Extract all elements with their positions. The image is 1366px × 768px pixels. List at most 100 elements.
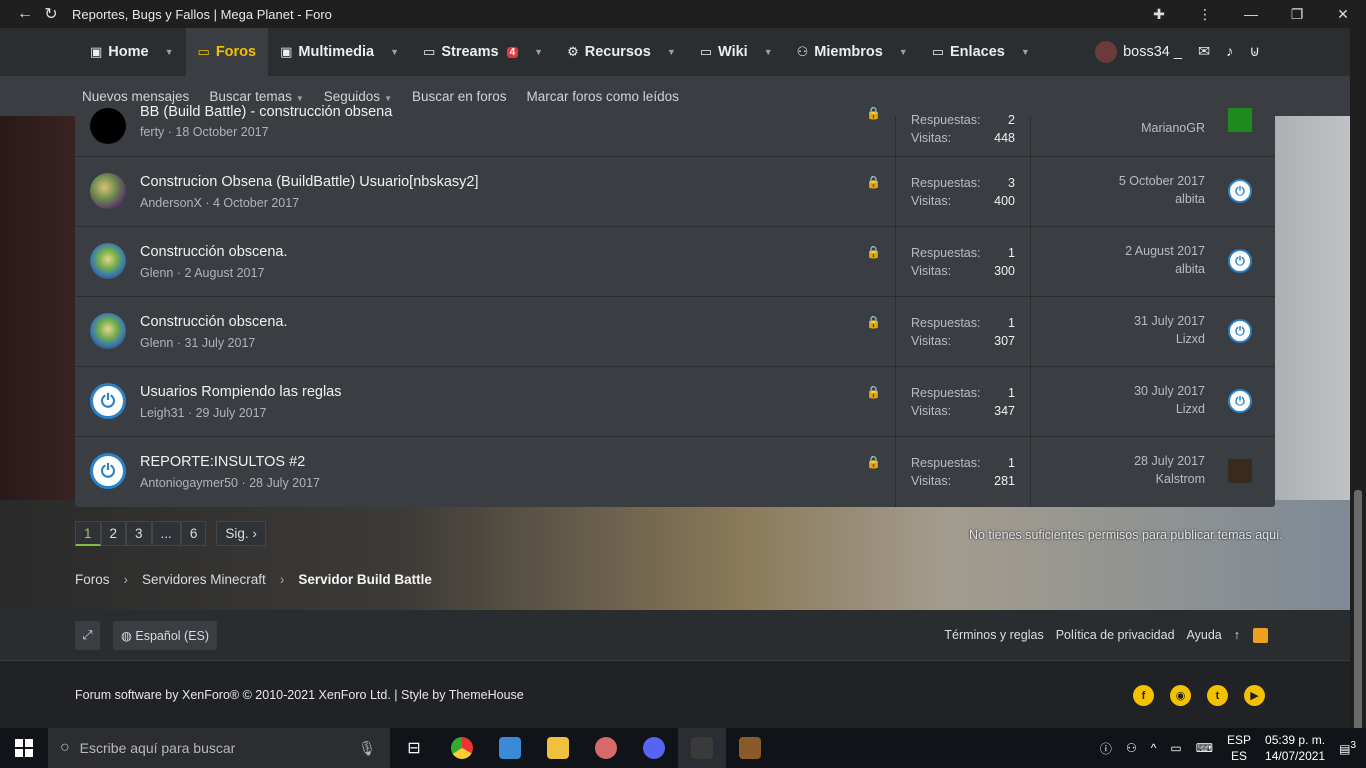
nav-wiki[interactable]: ▭ Wiki ▼	[688, 28, 785, 76]
subnav-watched[interactable]: Seguidos ▼	[324, 89, 392, 104]
twitter-icon[interactable]: t	[1207, 685, 1228, 706]
thread-author[interactable]: Glenn	[140, 266, 173, 280]
thread-author[interactable]: AndersonX	[140, 196, 202, 210]
network-icon[interactable]: ▭	[1170, 741, 1181, 755]
chevron-down-icon[interactable]: ▼	[899, 47, 908, 57]
help-icon[interactable]: ⓘ	[1100, 740, 1112, 757]
thread-author[interactable]: Leigh31	[140, 406, 185, 420]
task-view-icon[interactable]: ⊟	[390, 728, 438, 768]
scrollbar[interactable]	[1350, 28, 1366, 735]
nav-resources[interactable]: ⚙ Recursos ▼	[555, 28, 688, 76]
thread-date[interactable]: 31 July 2017	[184, 336, 255, 350]
thread-title[interactable]: Construcción obscena.	[140, 314, 288, 330]
next-page-button[interactable]: Sig. ›	[216, 521, 266, 546]
thread-date[interactable]: 2 August 2017	[184, 266, 264, 280]
avatar[interactable]	[90, 243, 126, 279]
nav-streams[interactable]: ▭ Streams 4 ▼	[411, 28, 555, 76]
minimize-icon[interactable]: —	[1228, 0, 1274, 28]
page-link[interactable]: 6	[180, 521, 207, 546]
nav-links[interactable]: ▭ Enlaces ▼	[920, 28, 1042, 76]
expand-icon[interactable]: ⤢	[75, 621, 100, 650]
thread-date[interactable]: 18 October 2017	[175, 125, 268, 139]
page-link[interactable]: 1	[75, 521, 101, 546]
thread-date[interactable]: 29 July 2017	[196, 406, 267, 420]
basket-icon[interactable]: ⊍	[1249, 44, 1260, 60]
breadcrumb-current[interactable]: Servidor Build Battle	[298, 572, 432, 587]
microphone-icon[interactable]: 🎙	[358, 740, 376, 757]
account-link[interactable]: boss34 _	[1095, 41, 1182, 63]
last-poster[interactable]: Kalstrom	[1156, 472, 1205, 486]
chevron-down-icon[interactable]: ▼	[764, 47, 773, 57]
thread-author[interactable]: Glenn	[140, 336, 173, 350]
power-icon[interactable]: ⏻	[1228, 179, 1252, 203]
thread-date[interactable]: 4 October 2017	[213, 196, 299, 210]
page-ellipsis[interactable]: ...	[151, 521, 181, 546]
avatar[interactable]	[1228, 459, 1252, 483]
power-icon[interactable]: ⏻	[1228, 319, 1252, 343]
input-language[interactable]: ESP ES	[1227, 732, 1251, 764]
privacy-link[interactable]: Política de privacidad	[1056, 628, 1175, 642]
nav-members[interactable]: ⚇ Miembros ▼	[785, 28, 920, 76]
chevron-up-icon[interactable]: ^	[1151, 741, 1157, 755]
subnav-mark-read[interactable]: Marcar foros como leídos	[527, 89, 679, 104]
keyboard-icon[interactable]: ⌨	[1196, 741, 1213, 755]
chevron-down-icon[interactable]: ▼	[1021, 47, 1030, 57]
chevron-down-icon[interactable]: ▼	[390, 47, 399, 57]
last-date[interactable]: 2 August 2017	[1125, 244, 1205, 258]
page-link[interactable]: 3	[126, 521, 152, 546]
last-poster[interactable]: MarianoGR	[1141, 121, 1205, 135]
last-date[interactable]: 30 July 2017	[1134, 384, 1205, 398]
megaplanet-app-icon[interactable]	[678, 728, 726, 768]
windows-start-icon[interactable]	[0, 728, 48, 768]
subnav-find-threads[interactable]: Buscar temas ▼	[209, 89, 303, 104]
nav-home[interactable]: ▣ Home ▼	[78, 28, 186, 76]
subnav-search-forums[interactable]: Buscar en foros	[412, 89, 507, 104]
back-arrow-icon[interactable]: ←	[12, 0, 38, 28]
clock[interactable]: 05:39 p. m. 14/07/2021	[1265, 732, 1325, 764]
nav-multimedia[interactable]: ▣ Multimedia ▼	[268, 28, 411, 76]
thread-title[interactable]: Construcción obscena.	[140, 244, 288, 260]
youtube-icon[interactable]: ▶	[1244, 685, 1265, 706]
discord-app-icon[interactable]	[630, 728, 678, 768]
discord-icon[interactable]: ◉	[1170, 685, 1191, 706]
file-explorer-icon[interactable]	[534, 728, 582, 768]
last-poster[interactable]: albita	[1175, 192, 1205, 206]
close-icon[interactable]: ✕	[1320, 0, 1366, 28]
control-panel-icon[interactable]	[486, 728, 534, 768]
help-link[interactable]: Ayuda	[1187, 628, 1222, 642]
avatar[interactable]	[1228, 108, 1252, 132]
paint-icon[interactable]	[582, 728, 630, 768]
extensions-icon[interactable]: ✚	[1136, 0, 1182, 28]
power-icon[interactable]: ⏻	[1228, 249, 1252, 273]
minecraft-icon[interactable]	[726, 728, 774, 768]
last-poster[interactable]: Lizxd	[1176, 332, 1205, 346]
thread-author[interactable]: Antoniogaymer50	[140, 476, 238, 490]
breadcrumb-item[interactable]: Servidores Minecraft	[142, 572, 266, 587]
arrow-up-icon[interactable]: ↑	[1234, 628, 1240, 642]
facebook-icon[interactable]: f	[1133, 685, 1154, 706]
scrollbar-thumb[interactable]	[1354, 490, 1362, 735]
taskbar-search[interactable]: ○ Escribe aquí para buscar 🎙	[48, 728, 390, 768]
more-menu-icon[interactable]: ⋮	[1182, 0, 1228, 28]
subnav-new-posts[interactable]: Nuevos mensajes	[82, 89, 189, 104]
thread-title[interactable]: Usuarios Rompiendo las reglas	[140, 384, 342, 400]
language-chooser[interactable]: ◍ Español (ES)	[113, 621, 218, 650]
chrome-icon[interactable]	[438, 728, 486, 768]
nav-forums[interactable]: ▭ Foros	[185, 28, 269, 76]
page-link[interactable]: 2	[100, 521, 127, 546]
power-icon[interactable]: ⏻	[90, 383, 126, 419]
rss-icon[interactable]	[1253, 628, 1268, 643]
last-poster[interactable]: Lizxd	[1176, 402, 1205, 416]
chevron-down-icon[interactable]: ▼	[165, 47, 174, 57]
chevron-down-icon[interactable]: ▼	[534, 47, 543, 57]
terms-link[interactable]: Términos y reglas	[944, 628, 1043, 642]
thread-date[interactable]: 28 July 2017	[249, 476, 320, 490]
thread-author[interactable]: ferty	[140, 125, 164, 139]
avatar[interactable]	[90, 173, 126, 209]
last-date[interactable]: 28 July 2017	[1134, 454, 1205, 468]
breadcrumb-item[interactable]: Foros	[75, 572, 110, 587]
thread-title[interactable]: BB (Build Battle) - construcción obsena	[140, 104, 392, 120]
reload-icon[interactable]: ↻	[38, 0, 64, 28]
chevron-down-icon[interactable]: ▼	[667, 47, 676, 57]
avatar[interactable]	[90, 108, 126, 144]
